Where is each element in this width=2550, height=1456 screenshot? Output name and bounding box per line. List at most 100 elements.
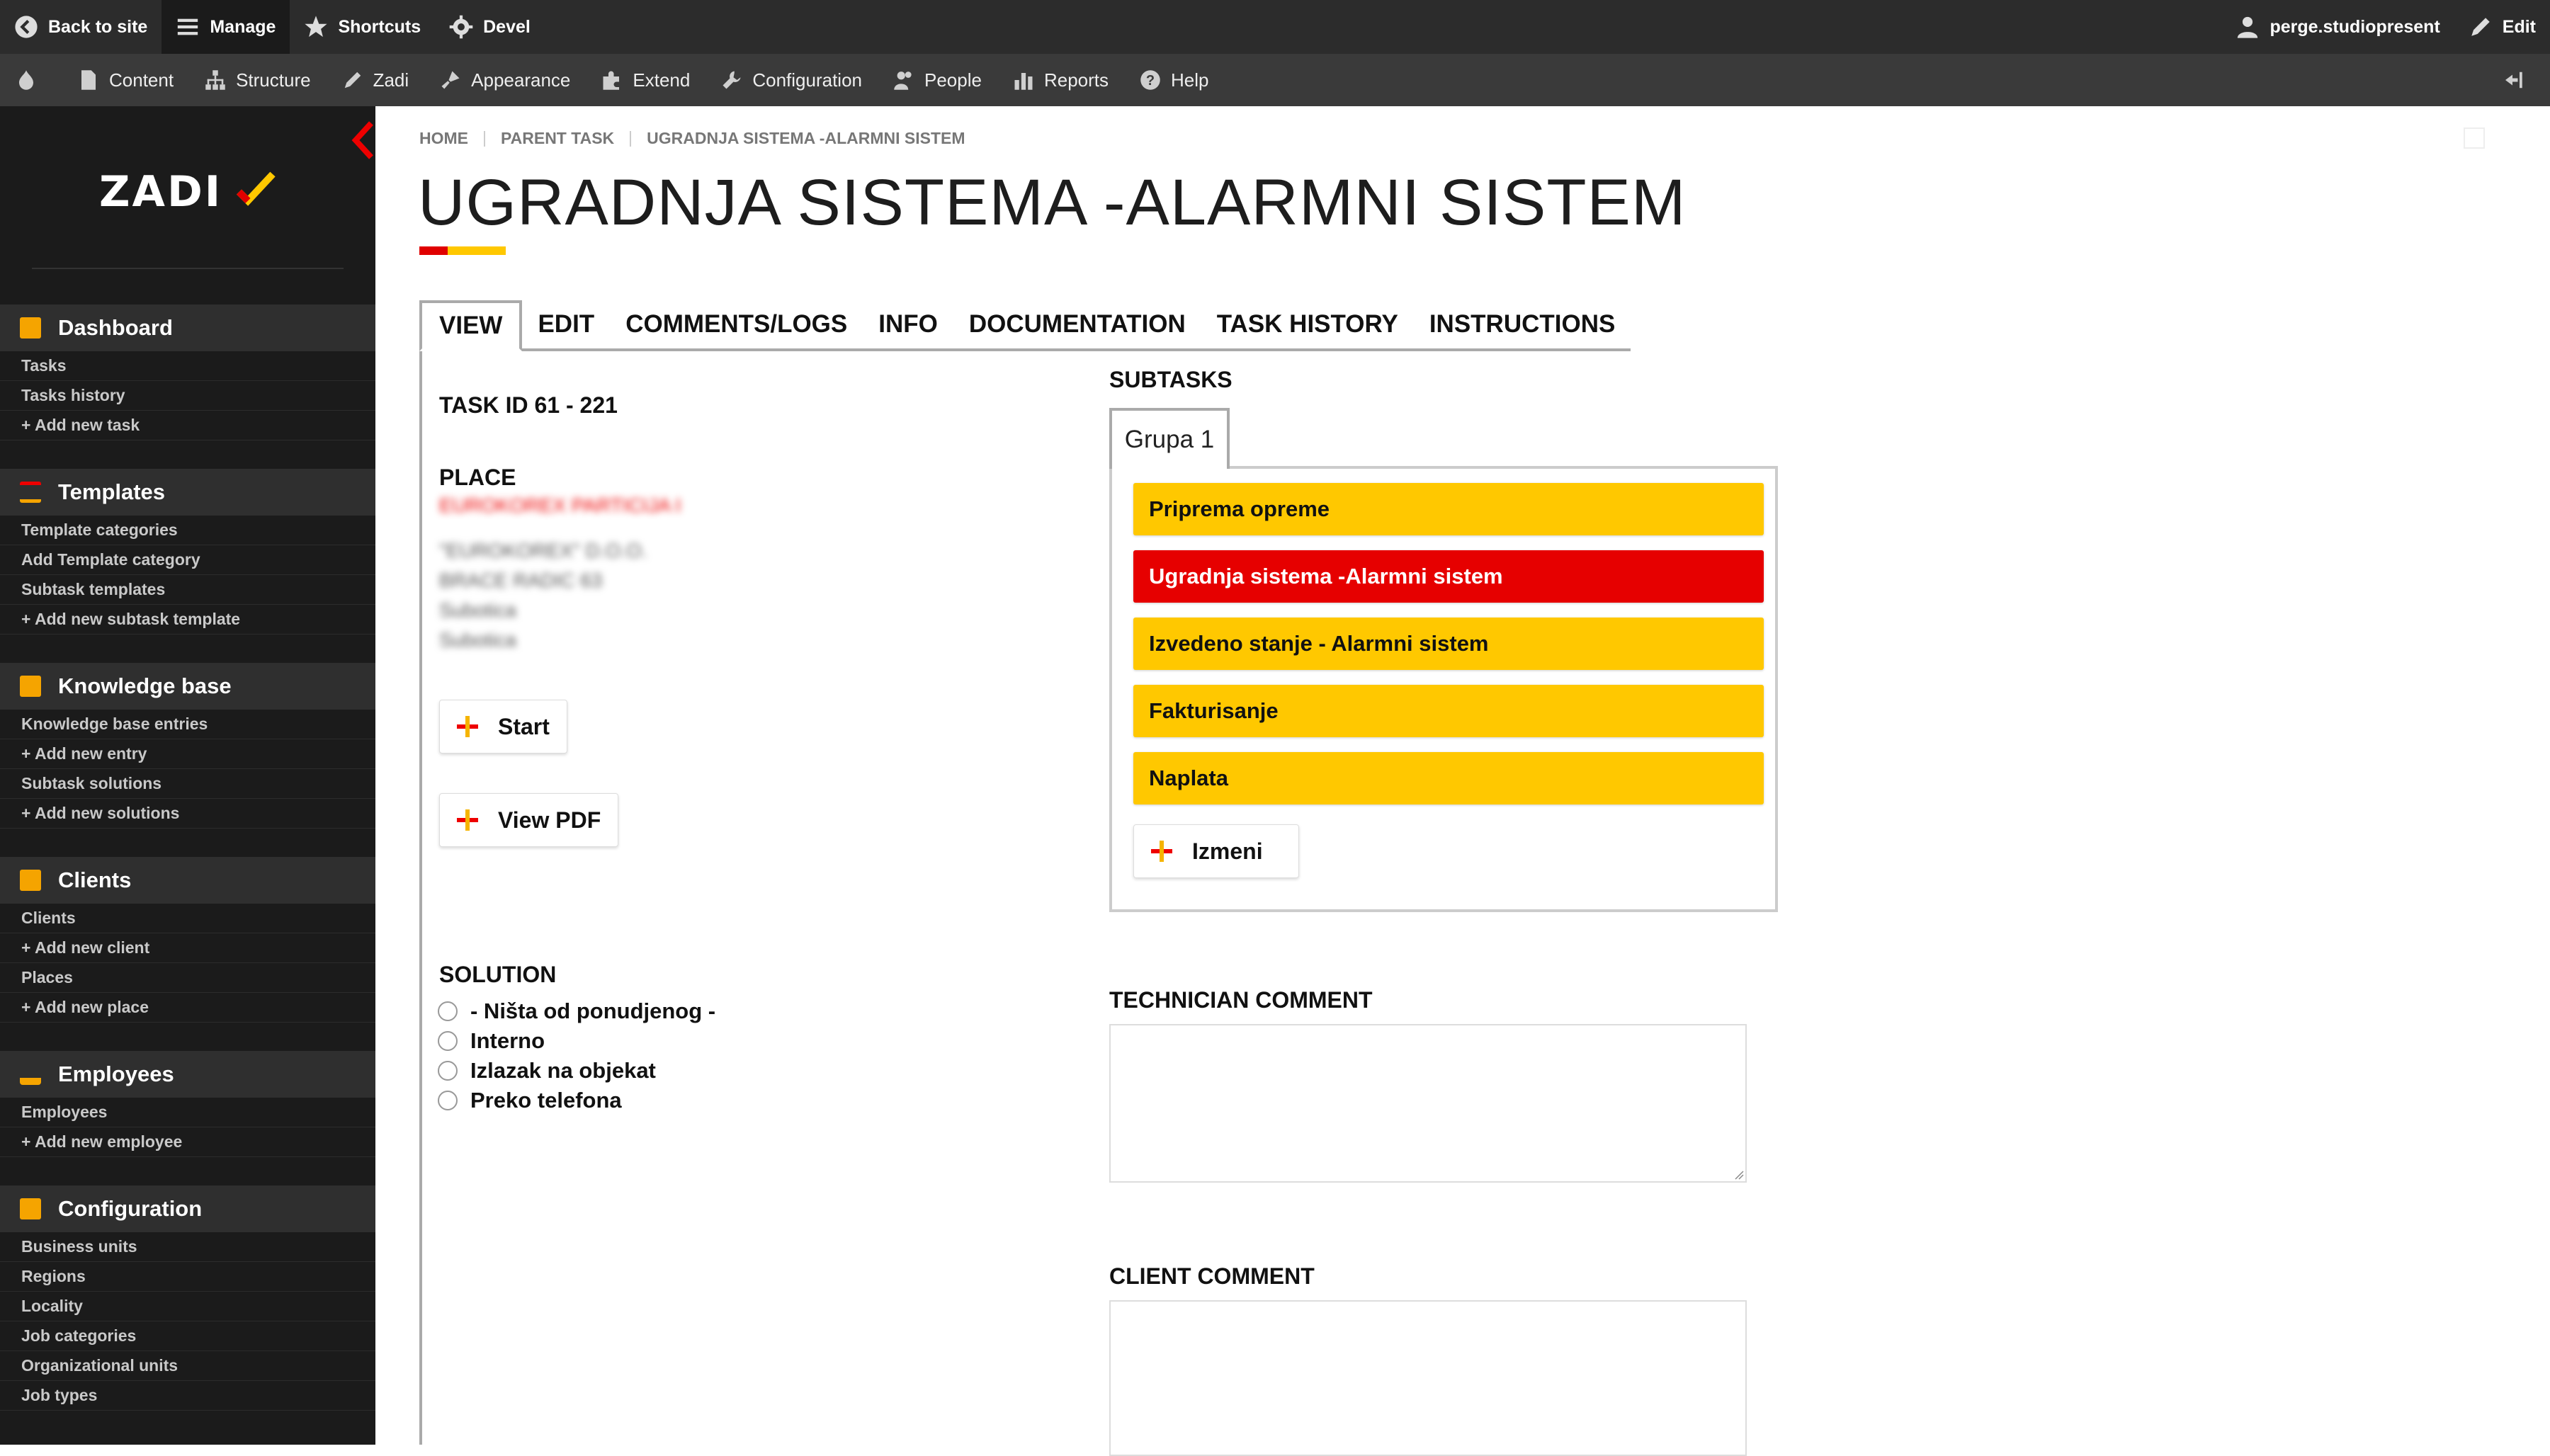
- sidebar-link-add-subtask-template[interactable]: + Add new subtask template: [0, 605, 375, 635]
- radio-button[interactable]: [438, 1061, 458, 1081]
- tab-instructions[interactable]: INSTRUCTIONS: [1414, 300, 1631, 348]
- corner-box: [2464, 127, 2485, 149]
- tray-item-structure[interactable]: Structure: [189, 54, 327, 106]
- sidebar-link-add-entry[interactable]: + Add new entry: [0, 739, 375, 769]
- tray-item-configuration[interactable]: Configuration: [706, 54, 878, 106]
- radio-button[interactable]: [438, 1001, 458, 1021]
- drupal-home-link[interactable]: [0, 54, 62, 106]
- hamburger-icon: [178, 18, 198, 35]
- sidebar-link-add-employee[interactable]: + Add new employee: [0, 1127, 375, 1157]
- solution-option[interactable]: Izlazak na objekat: [438, 1058, 656, 1084]
- sidebar-link-template-categories[interactable]: Template categories: [0, 516, 375, 545]
- place-name[interactable]: EUROKOREX PARTICIJA I: [439, 494, 681, 517]
- back-to-site-link[interactable]: Back to site: [0, 0, 162, 54]
- sidebar-head-configuration[interactable]: Configuration: [0, 1185, 375, 1232]
- tray-item-zadi[interactable]: Zadi: [327, 54, 425, 106]
- sidebar-link-add-task[interactable]: + Add new task: [0, 411, 375, 440]
- sidebar-section-knowledge-base: Knowledge base Knowledge base entries + …: [0, 663, 375, 829]
- devel-tab[interactable]: Devel: [435, 0, 545, 54]
- subtask-item[interactable]: Priprema opreme: [1133, 483, 1764, 535]
- start-button[interactable]: Start: [439, 700, 567, 753]
- breadcrumb-current: UGRADNJA SISTEMA -ALARMNI SISTEM: [647, 129, 965, 147]
- subtask-item[interactable]: Naplata: [1133, 752, 1764, 804]
- tab-view[interactable]: VIEW: [419, 300, 523, 351]
- sidebar-link-business-units[interactable]: Business units: [0, 1232, 375, 1262]
- subtask-item-current[interactable]: Ugradnja sistema -Alarmni sistem: [1133, 550, 1764, 603]
- sidebar-link-tasks-history[interactable]: Tasks history: [0, 381, 375, 411]
- sidebar-link-organizational-units[interactable]: Organizational units: [0, 1351, 375, 1381]
- breadcrumb-home[interactable]: HOME: [419, 129, 468, 148]
- tray-item-appearance[interactable]: Appearance: [424, 54, 586, 106]
- sidebar-head-label: Templates: [58, 479, 166, 504]
- sidebar-link-subtask-solutions[interactable]: Subtask solutions: [0, 769, 375, 799]
- sidebar-head-dashboard[interactable]: Dashboard: [0, 305, 375, 351]
- logo[interactable]: ZADI: [99, 167, 222, 217]
- manage-tab[interactable]: Manage: [162, 0, 290, 54]
- solution-option[interactable]: Preko telefona: [438, 1088, 622, 1113]
- client-comment-field[interactable]: [1109, 1300, 1747, 1456]
- solution-option[interactable]: - Ništa od ponudjenog -: [438, 999, 715, 1024]
- user-menu[interactable]: perge.studiopresent: [2221, 0, 2454, 54]
- tray-orientation-toggle[interactable]: [2486, 54, 2550, 106]
- task-tabs: VIEW EDIT COMMENTS/LOGS INFO DOCUMENTATI…: [419, 300, 1631, 351]
- sidebar-link-places[interactable]: Places: [0, 963, 375, 993]
- sidebar-link-employees[interactable]: Employees: [0, 1098, 375, 1127]
- tray-label: Extend: [633, 69, 691, 91]
- edit-subtasks-button[interactable]: Izmeni: [1133, 824, 1299, 878]
- edit-mode-button[interactable]: Edit: [2454, 0, 2550, 54]
- sidebar-head-employees[interactable]: Employees: [0, 1051, 375, 1098]
- tab-task-history[interactable]: TASK HISTORY: [1201, 300, 1414, 348]
- place-label: PLACE: [439, 465, 516, 490]
- tray-item-people[interactable]: People: [878, 54, 997, 106]
- solution-option-label: Interno: [470, 1028, 545, 1053]
- sidebar-link-add-client[interactable]: + Add new client: [0, 933, 375, 963]
- subtask-group-tab[interactable]: Grupa 1: [1109, 408, 1230, 469]
- list-icon: [20, 482, 41, 503]
- tab-documentation[interactable]: DOCUMENTATION: [953, 300, 1201, 348]
- sidebar-link-job-categories[interactable]: Job categories: [0, 1321, 375, 1351]
- tray-item-extend[interactable]: Extend: [586, 54, 706, 106]
- sidebar-head-templates[interactable]: Templates: [0, 469, 375, 516]
- sidebar-link-clients[interactable]: Clients: [0, 904, 375, 933]
- sidebar-link-add-place[interactable]: + Add new place: [0, 993, 375, 1023]
- sidebar-link-kb-entries[interactable]: Knowledge base entries: [0, 710, 375, 739]
- place-line: Subotica: [439, 629, 516, 651]
- sidebar-head-clients[interactable]: Clients: [0, 857, 375, 904]
- back-to-site-label: Back to site: [48, 16, 148, 37]
- sidebar-collapse-icon[interactable]: [348, 119, 377, 161]
- sidebar-link-subtask-templates[interactable]: Subtask templates: [0, 575, 375, 605]
- solution-option[interactable]: Interno: [438, 1028, 545, 1054]
- sidebar-link-regions[interactable]: Regions: [0, 1262, 375, 1292]
- svg-text:?: ?: [1146, 73, 1155, 89]
- page-title: UGRADNJA SISTEMA -ALARMNI SISTEM: [418, 166, 1687, 239]
- sidebar-link-job-types[interactable]: Job types: [0, 1381, 375, 1411]
- subtasks-label: SUBTASKS: [1109, 367, 1232, 392]
- gear-icon: [449, 15, 473, 39]
- subtask-item[interactable]: Izvedeno stanje - Alarmni sistem: [1133, 618, 1764, 670]
- sidebar-link-add-solutions[interactable]: + Add new solutions: [0, 799, 375, 829]
- radio-button[interactable]: [438, 1031, 458, 1051]
- shortcuts-tab[interactable]: Shortcuts: [290, 0, 435, 54]
- tab-comments-logs[interactable]: COMMENTS/LOGS: [610, 300, 863, 348]
- tray-label: Structure: [236, 69, 311, 91]
- sidebar-link-tasks[interactable]: Tasks: [0, 351, 375, 381]
- radio-button[interactable]: [438, 1091, 458, 1110]
- sidebar-head-label: Knowledge base: [58, 673, 232, 698]
- view-pdf-button[interactable]: View PDF: [439, 793, 619, 847]
- sidebar-link-locality[interactable]: Locality: [0, 1292, 375, 1321]
- tray-item-content[interactable]: Content: [62, 54, 189, 106]
- sidebar-head-label: Configuration: [58, 1196, 203, 1221]
- tray-item-reports[interactable]: Reports: [997, 54, 1124, 106]
- sidebar-head-knowledge-base[interactable]: Knowledge base: [0, 663, 375, 710]
- breadcrumb-parent-task[interactable]: PARENT TASK: [501, 129, 614, 148]
- resize-handle-icon[interactable]: [1733, 1168, 1744, 1180]
- subtasks-panel: Priprema opreme Ugradnja sistema -Alarmn…: [1109, 466, 1778, 912]
- tray-item-help[interactable]: ? Help: [1124, 54, 1224, 106]
- technician-comment-field[interactable]: [1109, 1024, 1747, 1183]
- place-line: "EUROKOREX" D.O.O.: [439, 540, 647, 562]
- sidebar-link-add-template-category[interactable]: Add Template category: [0, 545, 375, 575]
- solution-label: SOLUTION: [439, 962, 557, 987]
- tab-info[interactable]: INFO: [863, 300, 953, 348]
- tab-edit[interactable]: EDIT: [522, 300, 610, 348]
- subtask-item[interactable]: Fakturisanje: [1133, 685, 1764, 737]
